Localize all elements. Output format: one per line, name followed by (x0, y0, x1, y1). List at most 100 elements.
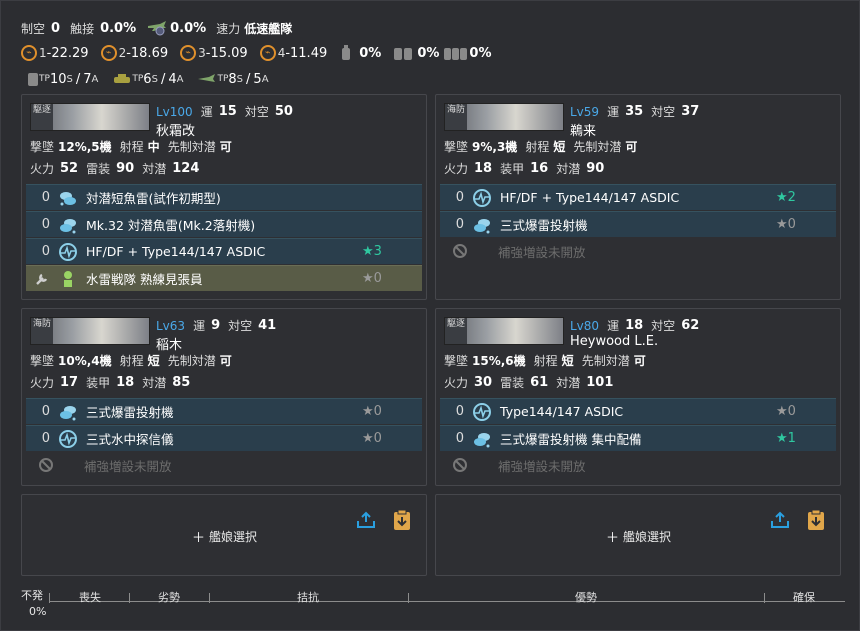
select-ship-button[interactable]: ＋ 艦娘選択 (606, 527, 671, 546)
gauge-tick (408, 593, 409, 603)
tp-a-sub: A (176, 73, 184, 85)
equip-slot[interactable]: 0 三式爆雷投射機 ★0 (26, 398, 422, 424)
tp-2-s: 6 (143, 71, 152, 87)
expansion-locked-label: 補強増設未開放 (84, 458, 172, 474)
lookout-icon (58, 269, 78, 289)
tp-a-sub: A (261, 73, 269, 85)
slot-count: 0 (41, 431, 50, 446)
sonar-icon (472, 402, 492, 422)
ship-card[interactable]: 海防 Lv63 運 9 対空 41 稲木 撃墜 10%,4機 射程短 先制対潜可 火力 17… (21, 308, 427, 486)
expansion-slot[interactable]: 水雷戦隊 熟練見張員 ★0 (26, 265, 422, 291)
gauge-tick (129, 593, 130, 603)
stat-value: 12%,5機 (58, 140, 112, 154)
ship-name[interactable]: 稲木 (156, 334, 182, 353)
ship-card[interactable]: 駆逐 Lv80 運 18 対空 62 Heywood L.E. 撃墜 15%,6機 射程短… (435, 308, 841, 486)
stat-value: 可 (625, 140, 638, 154)
stat-value: 中 (147, 140, 160, 154)
wrench-icon (26, 271, 50, 287)
equip-name: 三式水中探信儀 (86, 432, 174, 447)
select-ship-button[interactable]: ＋ 艦娘選択 (192, 527, 257, 546)
ship-level: Lv63 (156, 318, 186, 333)
upload-icon[interactable] (770, 511, 790, 529)
triple-drum-icon (443, 45, 469, 61)
ship-card[interactable]: 海防 Lv59 運 35 対空 37 鵜来 撃墜 9%,3機 射程短 先制対潜可 火力 18… (435, 94, 841, 300)
expansion-locked-label: 補強増設未開放 (498, 244, 586, 260)
clipboard-icon[interactable] (392, 509, 412, 531)
stat-label: 火力 (30, 376, 55, 390)
aa-value: 50 (274, 104, 293, 119)
luck-label: 運 (607, 319, 620, 333)
slot-count: 0 (41, 244, 50, 259)
tp-2-a: 4 (168, 71, 177, 87)
luck-label: 運 (607, 105, 620, 119)
depth-charge-icon (58, 188, 78, 208)
stat-label: 対潜 (556, 376, 581, 390)
stat-label: 火力 (444, 376, 469, 390)
gauge-tick (209, 593, 210, 603)
star-level: ★0 (776, 217, 796, 232)
los-2-value: -18.69 (126, 45, 169, 61)
stat-value: 17 (60, 375, 79, 390)
equip-name: Type144/147 ASDIC (500, 404, 624, 419)
slot-count: 0 (455, 404, 464, 419)
los-2-sub: 2 (118, 46, 127, 60)
tp-prefix: TP (132, 74, 144, 84)
stat-value: 90 (116, 161, 135, 176)
stat-label: 先制対潜 (573, 140, 622, 154)
tp-s-sub: S (66, 73, 73, 85)
stat-value: 可 (219, 354, 232, 368)
equip-slot[interactable]: 0 三式水中探信儀 ★0 (26, 425, 422, 451)
luck-value: 15 (218, 104, 237, 119)
ship-card[interactable]: 駆逐 Lv100 運 15 対空 50 秋霜改 撃墜 12%,5機 射程中 先制対潜可 火… (21, 94, 427, 300)
star-value: 0 (373, 271, 382, 286)
equip-slot[interactable]: 0 Type144/147 ASDIC ★0 (440, 398, 836, 424)
stat-value: 85 (172, 375, 191, 390)
drum-2-value: 0% (417, 45, 440, 61)
equip-slot[interactable]: 0 HF/DF + Type144/147 ASDIC ★3 (26, 238, 422, 264)
los-4-value: -11.49 (285, 45, 328, 61)
equip-slot[interactable]: 0 Mk.32 対潜魚雷(Mk.2落射機) (26, 211, 422, 237)
stat-label: 対潜 (556, 162, 581, 176)
equip-slot[interactable]: 0 三式爆雷投射機 ★0 (440, 211, 836, 237)
slot-count: 0 (455, 217, 464, 232)
stat-label: 火力 (444, 162, 469, 176)
stat-value: 9%,3機 (472, 140, 518, 154)
star-value: 2 (787, 190, 796, 205)
equip-name: HF/DF + Type144/147 ASDIC (500, 190, 680, 205)
los-icon: ⌁ (259, 45, 276, 61)
prohibited-icon (26, 457, 54, 473)
equip-slot[interactable]: 0 対潜短魚雷(試作初期型) (26, 184, 422, 210)
stat-label: 撃墜 (444, 354, 469, 368)
drum-tp-icon (27, 71, 39, 87)
los-icon: ⌁ (100, 45, 117, 61)
ship-banner: 駆逐 (444, 317, 564, 345)
upload-icon[interactable] (356, 511, 376, 529)
star-level: ★0 (362, 271, 382, 286)
ship-name[interactable]: Heywood L.E. (570, 334, 658, 349)
ship-name[interactable]: 鵜来 (570, 120, 596, 139)
equip-slot[interactable]: 0 三式爆雷投射機 集中配備 ★1 (440, 425, 836, 451)
tp-s-sub: S (151, 73, 158, 85)
clipboard-icon[interactable] (806, 509, 826, 531)
prohibited-icon (440, 457, 468, 473)
star-value: 0 (787, 404, 796, 419)
equip-slot[interactable]: 0 HF/DF + Type144/147 ASDIC ★2 (440, 184, 836, 210)
star-level: ★2 (776, 190, 796, 205)
empty-ship-slot[interactable]: ＋ 艦娘選択 (435, 494, 841, 576)
empty-ship-slot[interactable]: ＋ 艦娘選択 (21, 494, 427, 576)
equip-name: 水雷戦隊 熟練見張員 (86, 272, 203, 287)
stat-label: 装甲 (500, 162, 525, 176)
gauge-label: 拮抗 (297, 591, 319, 604)
stat-label: 射程 (533, 354, 558, 368)
stat-label: 撃墜 (444, 140, 469, 154)
summary-row-2: ⌁ 1 -22.29 ⌁ 2 -18.69 ⌁ 3 -15.09 ⌁ 4 -11.49 0% 0… (21, 45, 491, 61)
prohibited-icon (440, 243, 468, 259)
seaplane-tp-icon (197, 72, 217, 86)
drum-3-value: 0% (469, 45, 492, 61)
luck-value: 18 (625, 318, 644, 333)
stat-label: 対潜 (142, 162, 167, 176)
stat-value: 90 (586, 161, 605, 176)
gauge-left-label: 不発 (21, 589, 43, 602)
fleet-panel: 制空 0 触接 0.0% 0.0% 速力 低速艦隊 ⌁ 1 -22.29 ⌁ 2 -18… (0, 0, 860, 631)
ship-name[interactable]: 秋霜改 (156, 120, 195, 139)
